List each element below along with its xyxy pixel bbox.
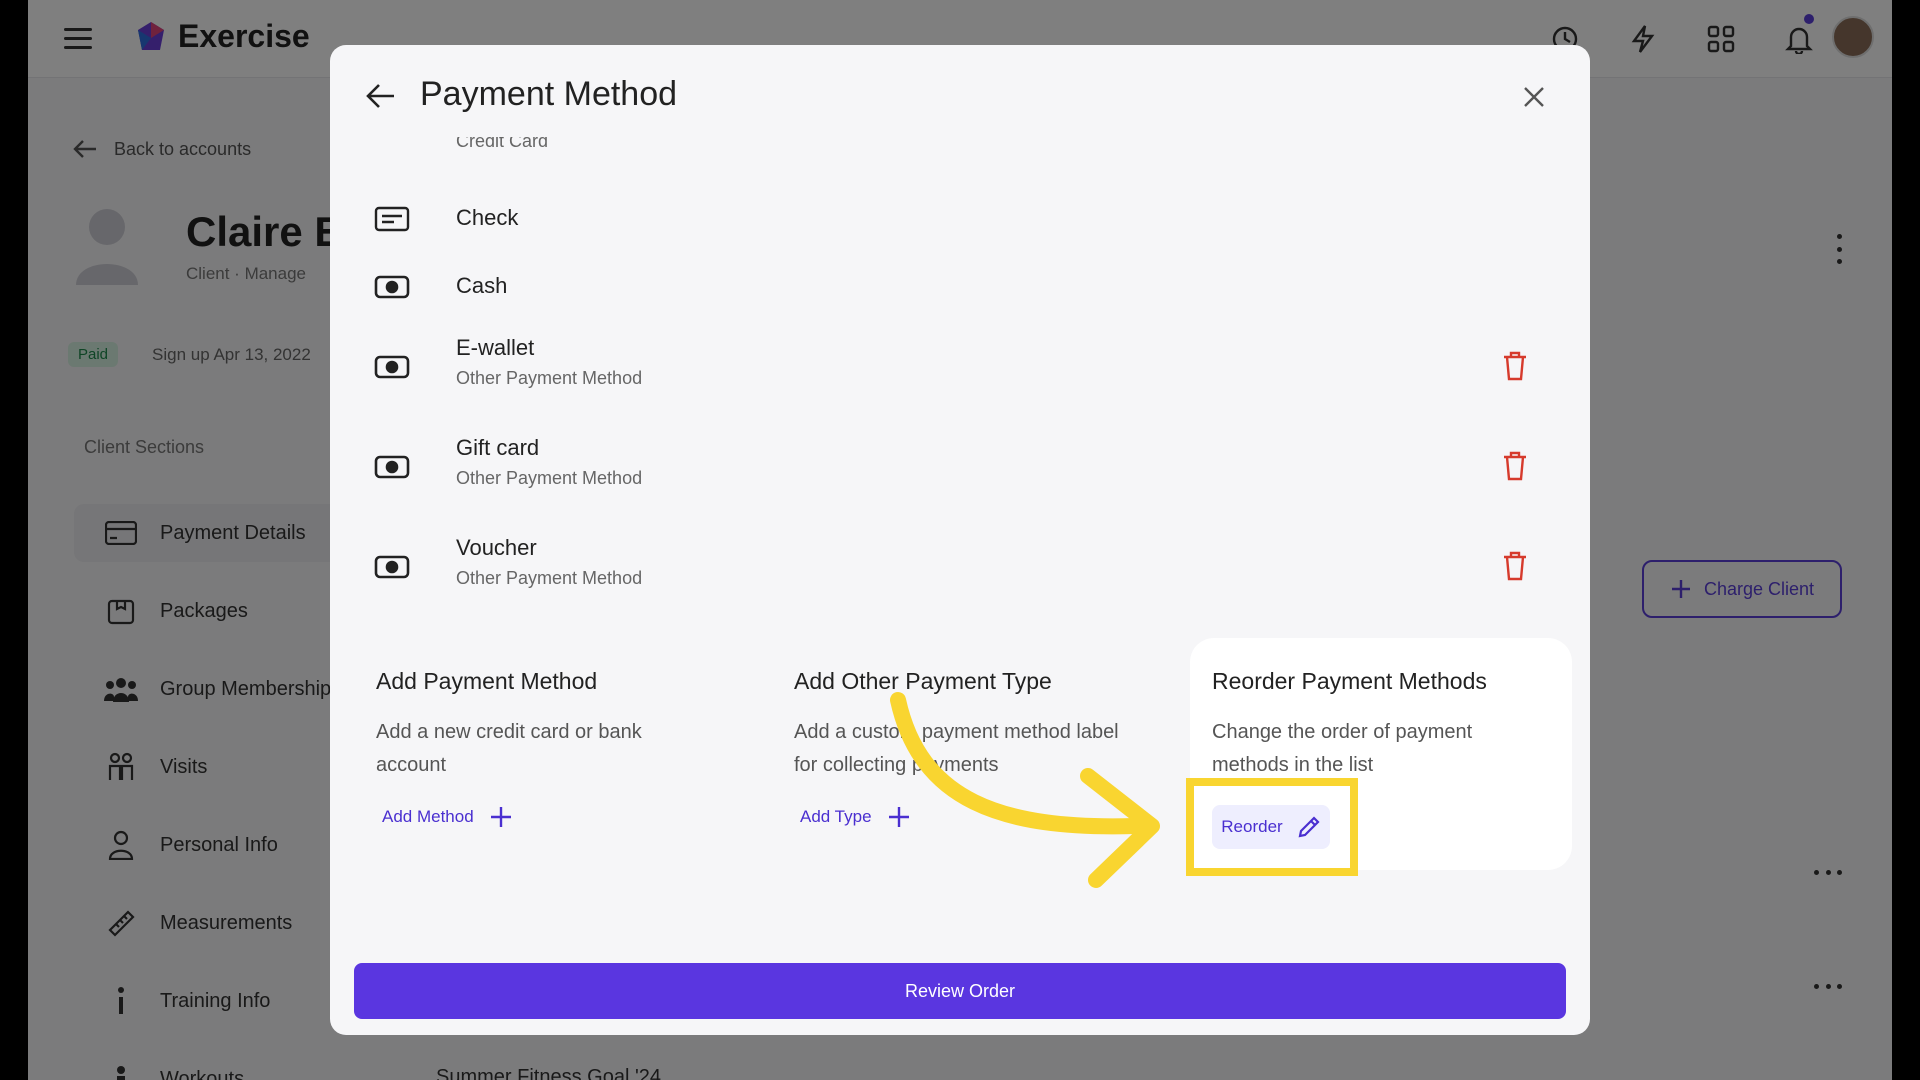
payment-method-row[interactable]: Check bbox=[374, 195, 1554, 265]
reorder-button[interactable]: Reorder bbox=[1212, 805, 1330, 849]
close-icon[interactable] bbox=[1520, 83, 1548, 111]
trash-icon[interactable] bbox=[1502, 551, 1528, 581]
payment-method-row[interactable]: Cash bbox=[374, 263, 1554, 333]
payment-method-name: Cash bbox=[456, 273, 508, 298]
review-order-button[interactable]: Review Order bbox=[354, 963, 1566, 1019]
card-title: Add Payment Method bbox=[376, 668, 598, 694]
payment-method-name: Gift card bbox=[456, 435, 540, 460]
payment-method-name: Voucher bbox=[456, 535, 537, 560]
payment-method-row[interactable]: Voucher Other Payment Method bbox=[374, 535, 1554, 605]
payment-method-sub: Other Payment Method bbox=[456, 568, 643, 588]
payment-method-sub: Credit Card bbox=[456, 137, 549, 151]
add-method-button[interactable]: Add Method bbox=[382, 806, 512, 828]
payment-method-sub: Other Payment Method bbox=[456, 468, 643, 488]
cash-icon bbox=[374, 355, 410, 379]
reorder-label: Reorder bbox=[1221, 817, 1283, 836]
arrow-left-icon[interactable] bbox=[364, 79, 398, 113]
cash-icon bbox=[374, 455, 410, 479]
list-item: Credit Card bbox=[456, 137, 856, 159]
payment-method-name: E-wallet bbox=[456, 335, 535, 360]
payment-method-row[interactable]: E-wallet Other Payment Method bbox=[374, 335, 1554, 405]
add-payment-method-card: Add Payment Method Add a new credit card… bbox=[354, 638, 736, 870]
card-description: Add a new credit card or bank account bbox=[376, 721, 642, 776]
card-description: Change the order of payment methods in t… bbox=[1212, 721, 1473, 776]
plus-icon bbox=[490, 807, 511, 827]
trash-icon[interactable] bbox=[1502, 351, 1528, 381]
pencil-icon bbox=[1298, 816, 1320, 838]
payment-method-row[interactable]: Gift card Other Payment Method bbox=[374, 435, 1554, 505]
payment-method-name: Check bbox=[456, 205, 519, 230]
trash-icon[interactable] bbox=[1502, 451, 1528, 481]
modal-title: Payment Method bbox=[420, 75, 678, 113]
check-icon bbox=[374, 206, 410, 232]
card-title: Reorder Payment Methods bbox=[1212, 668, 1487, 694]
cash-icon bbox=[374, 275, 410, 299]
cash-icon bbox=[374, 555, 410, 579]
annotation-arrow-icon bbox=[890, 692, 1160, 888]
add-method-label: Add Method bbox=[382, 807, 474, 826]
payment-method-sub: Other Payment Method bbox=[456, 368, 643, 388]
screen: Exercise Back to accounts Claire E bbox=[0, 0, 1920, 1080]
